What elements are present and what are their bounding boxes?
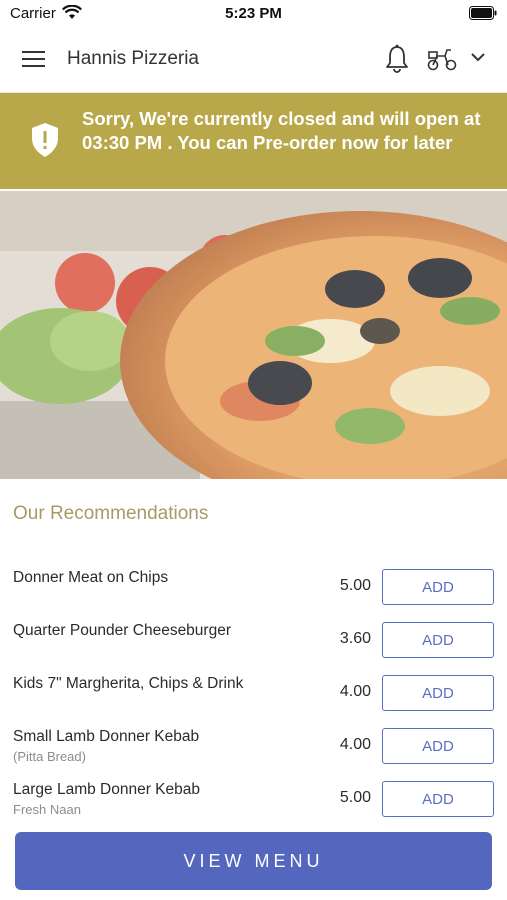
closed-message: Sorry, We're currently closed and will o…: [82, 108, 481, 153]
add-button[interactable]: ADD: [382, 569, 494, 605]
add-button[interactable]: ADD: [382, 622, 494, 658]
clock-time: 5:23 PM: [225, 5, 282, 22]
item-name: Kids 7" Margherita, Chips & Drink: [13, 675, 244, 692]
app-header: Hannis Pizzeria: [0, 28, 507, 93]
view-menu-button[interactable]: VIEW MENU: [15, 832, 492, 890]
hero-pizza-image: [0, 191, 507, 479]
item-name: Large Lamb Donner Kebab: [13, 781, 200, 798]
delivery-scooter-icon[interactable]: [426, 46, 458, 77]
list-item: Kids 7" Margherita, Chips & Drink 4.00 A…: [0, 675, 507, 725]
bell-icon[interactable]: [384, 44, 410, 79]
list-item: Donner Meat on Chips 5.00 ADD: [0, 569, 507, 619]
chevron-down-icon[interactable]: [470, 50, 486, 68]
restaurant-title: Hannis Pizzeria: [67, 48, 199, 69]
list-item: Quarter Pounder Cheeseburger 3.60 ADD: [0, 622, 507, 672]
add-button[interactable]: ADD: [382, 675, 494, 711]
item-price: 5.00: [339, 577, 371, 594]
status-bar: Carrier 5:23 PM: [0, 0, 507, 28]
add-button[interactable]: ADD: [382, 728, 494, 764]
add-button[interactable]: ADD: [382, 781, 494, 817]
item-name: Small Lamb Donner Kebab: [13, 728, 200, 745]
shield-alert-icon: [30, 122, 60, 163]
list-item: Large Lamb Donner Kebab Fresh Naan 5.00 …: [0, 781, 507, 831]
item-subtitle: Fresh Naan: [13, 802, 81, 817]
item-price: 4.00: [339, 683, 371, 700]
item-price: 4.00: [339, 736, 371, 753]
battery-icon: [469, 6, 497, 25]
item-name: Donner Meat on Chips: [13, 569, 169, 586]
item-price: 3.60: [339, 630, 371, 647]
item-price: 5.00: [339, 789, 371, 806]
recommendations-heading: Our Recommendations: [13, 503, 209, 524]
hamburger-menu-icon[interactable]: [22, 48, 46, 70]
item-name: Quarter Pounder Cheeseburger: [13, 622, 231, 639]
closed-notice-banner: Sorry, We're currently closed and will o…: [0, 93, 507, 189]
item-subtitle: (Pitta Bread): [13, 749, 86, 764]
list-item: Small Lamb Donner Kebab (Pitta Bread) 4.…: [0, 728, 507, 778]
